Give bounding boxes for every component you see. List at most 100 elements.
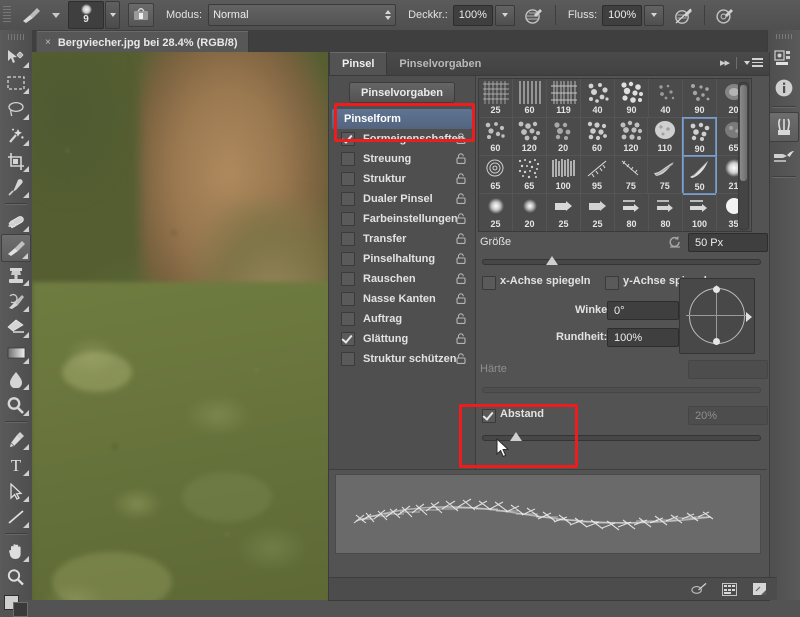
brush-tool-preview-icon[interactable] — [14, 1, 48, 29]
brush-tip-cell[interactable]: 90 — [615, 79, 649, 118]
option-farbeinstellungen-checkbox[interactable] — [341, 212, 355, 226]
dial-angle-arrow-icon[interactable] — [746, 312, 752, 322]
tab-pinsel[interactable]: Pinsel — [329, 52, 387, 75]
brush-grid-scrollbar[interactable] — [738, 82, 749, 230]
brush-size-preview[interactable]: 9 — [68, 1, 104, 29]
airbrush-toggle[interactable] — [670, 2, 696, 28]
lock-icon[interactable] — [456, 353, 466, 364]
create-new-brush-icon[interactable] — [751, 582, 767, 596]
size-input[interactable]: 50 Px — [688, 233, 768, 252]
brush-tip-cell[interactable]: 100 — [683, 193, 717, 232]
brush-tip-cell[interactable]: 40 — [581, 79, 615, 118]
lock-icon[interactable] — [456, 193, 466, 204]
brush-tip-grid[interactable]: 25 60 119 40 90 40 90 20 60 120 20 — [478, 78, 752, 232]
new-preset-from-brush-icon[interactable] — [721, 582, 737, 596]
lock-icon[interactable] — [456, 133, 466, 144]
type-tool[interactable]: T — [1, 452, 31, 478]
option-dualer-pinsel[interactable]: Dualer Pinsel — [329, 189, 475, 209]
dock-grip[interactable] — [768, 30, 800, 42]
option-rauschen-checkbox[interactable] — [341, 272, 355, 286]
hand-tool[interactable] — [1, 538, 31, 564]
brush-tip-cell[interactable]: 25 — [479, 193, 513, 232]
flip-y-checkbox[interactable] — [605, 276, 619, 290]
brush-tip-cell[interactable]: 25 — [479, 79, 513, 118]
flow-input[interactable]: 100% — [602, 5, 642, 26]
zoom-tool[interactable] — [1, 564, 31, 590]
option-formeigenschaften-checkbox[interactable] — [341, 132, 355, 146]
opacity-input[interactable]: 100% — [453, 5, 493, 26]
background-color-swatch[interactable] — [13, 602, 28, 617]
magic-wand-tool[interactable] — [1, 122, 31, 148]
brush-tip-cell[interactable]: 20 — [547, 117, 581, 156]
lock-icon[interactable] — [456, 213, 466, 224]
option-auftrag[interactable]: Auftrag — [329, 309, 475, 329]
scrollbar-thumb[interactable] — [740, 85, 747, 181]
document-tab[interactable]: × Bergviecher.jpg bei 28.4% (RGB/8) — [36, 31, 249, 53]
properties-icon[interactable] — [770, 44, 798, 72]
lock-icon[interactable] — [456, 173, 466, 184]
option-nasse-kanten-checkbox[interactable] — [341, 292, 355, 306]
brush-tip-cell[interactable]: 120 — [513, 117, 547, 156]
option-farbeinstellungen[interactable]: Farbeinstellungen — [329, 209, 475, 229]
option-pinselform[interactable]: Pinselform — [332, 109, 472, 129]
angle-input[interactable]: 0° — [607, 301, 679, 320]
marquee-tool[interactable] — [1, 70, 31, 96]
brush-angle-dial[interactable] — [679, 278, 755, 354]
path-selection-tool[interactable] — [1, 478, 31, 504]
dial-handle-top[interactable] — [713, 286, 720, 293]
brush-tip-cell[interactable]: 25 — [547, 193, 581, 232]
brush-tip-cell[interactable]: 25 — [581, 193, 615, 232]
info-icon[interactable] — [770, 74, 798, 102]
brush-tip-cell[interactable]: 65 — [513, 155, 547, 194]
panel-menu-icon[interactable] — [744, 58, 763, 67]
reset-arrow-icon[interactable] — [668, 235, 682, 249]
line-tool[interactable] — [1, 504, 31, 530]
option-rauschen[interactable]: Rauschen — [329, 269, 475, 289]
image-canvas[interactable] — [32, 52, 328, 600]
brush-tip-cell-selected[interactable]: 50 — [682, 155, 717, 195]
option-transfer-checkbox[interactable] — [341, 232, 355, 246]
brush-tip-cell[interactable]: 80 — [649, 193, 683, 232]
lock-icon[interactable] — [456, 153, 466, 164]
dial-handle-bottom[interactable] — [713, 338, 720, 345]
brush-tip-cell[interactable]: 90 — [682, 117, 717, 157]
size-slider[interactable] — [482, 256, 761, 266]
brush-tip-cell[interactable]: 90 — [683, 79, 717, 118]
spacing-input[interactable]: 20% — [688, 406, 768, 425]
brush-tip-cell[interactable]: 60 — [479, 117, 513, 156]
option-pinselhaltung-checkbox[interactable] — [341, 252, 355, 266]
option-struktur-schuetzen-checkbox[interactable] — [341, 352, 355, 366]
pressure-size-toggle[interactable] — [711, 2, 737, 28]
opacity-dropdown[interactable] — [495, 5, 515, 26]
brush-size-spinner[interactable] — [105, 1, 120, 29]
healing-brush-tool[interactable] — [1, 208, 31, 234]
lock-icon[interactable] — [456, 253, 466, 264]
option-nasse-kanten[interactable]: Nasse Kanten — [329, 289, 475, 309]
brush-tip-cell[interactable]: 20 — [513, 193, 547, 232]
brush-presets-button[interactable]: Pinselvorgaben — [349, 82, 455, 103]
option-glaettung-checkbox[interactable] — [341, 332, 355, 346]
brush-tip-cell[interactable]: 119 — [547, 79, 581, 118]
brush-tip-cell[interactable]: 95 — [581, 155, 615, 194]
eyedropper-tool[interactable] — [1, 174, 31, 200]
spacing-slider[interactable] — [482, 432, 761, 442]
brush-tip-cell[interactable]: 60 — [581, 117, 615, 156]
roundness-input[interactable]: 100% — [607, 328, 679, 347]
option-struktur-checkbox[interactable] — [341, 172, 355, 186]
option-dualer-pinsel-checkbox[interactable] — [341, 192, 355, 206]
tab-pinselvorgaben[interactable]: Pinselvorgaben — [387, 53, 493, 75]
brush-tip-cell[interactable]: 60 — [513, 79, 547, 118]
brush-panel-icon[interactable] — [769, 112, 799, 142]
dodge-tool[interactable] — [1, 392, 31, 418]
lock-icon[interactable] — [456, 233, 466, 244]
lock-icon[interactable] — [456, 333, 466, 344]
flip-x-checkbox[interactable] — [482, 276, 496, 290]
history-brush-tool[interactable] — [1, 288, 31, 314]
brush-preset-dropdown-caret[interactable] — [48, 13, 64, 18]
brush-tip-cell[interactable]: 75 — [648, 155, 682, 194]
option-pinselhaltung[interactable]: Pinselhaltung — [329, 249, 475, 269]
blend-mode-select[interactable]: Normal — [208, 4, 396, 26]
brush-presets-icon[interactable] — [770, 144, 798, 172]
brush-tip-cell[interactable]: 120 — [615, 117, 649, 156]
brush-tip-cell[interactable]: 40 — [649, 79, 683, 118]
